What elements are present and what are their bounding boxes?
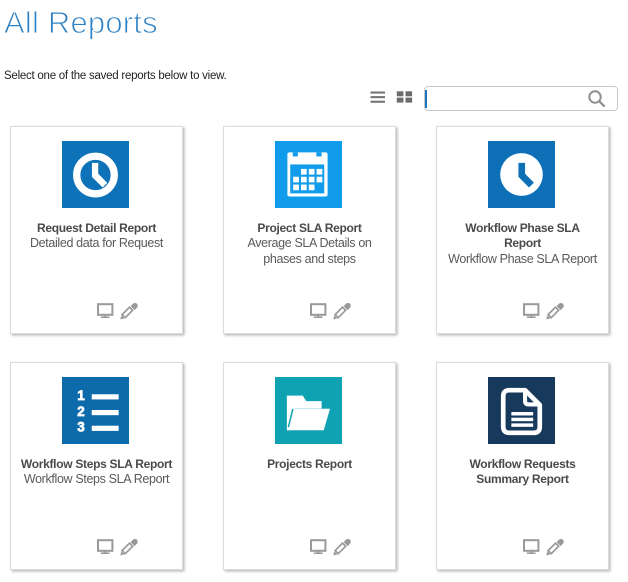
svg-text:1: 1 [77, 388, 85, 404]
svg-text:2: 2 [77, 404, 85, 420]
svg-text:3: 3 [77, 420, 85, 436]
